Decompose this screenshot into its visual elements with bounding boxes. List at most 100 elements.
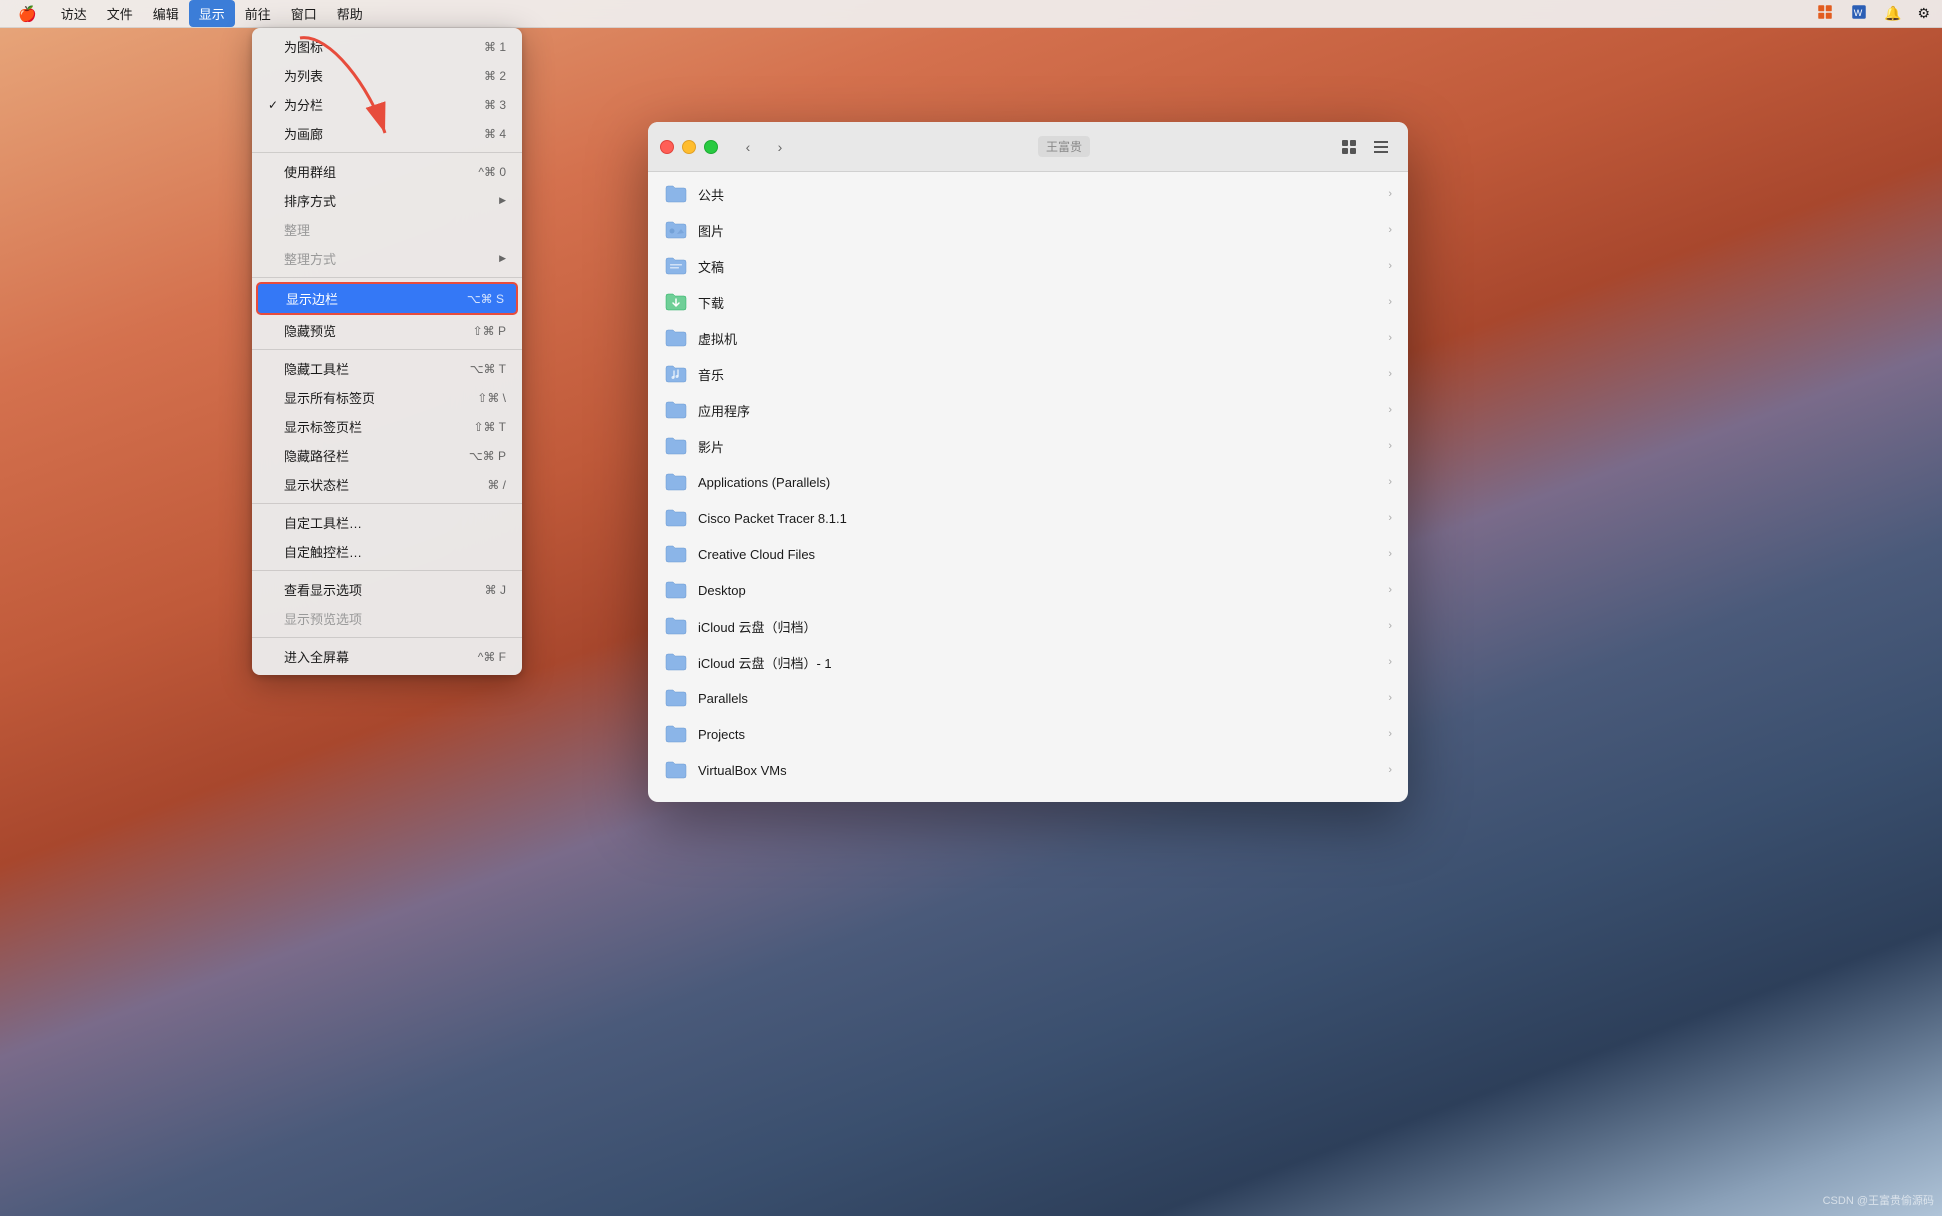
menubar-finder[interactable]: 访达 [51,0,97,27]
menu-as-gallery-label: 为画廊 [284,124,484,143]
file-name-icloud1: iCloud 云盘（归档） [698,617,1384,636]
menubar: 🍎 访达 文件 编辑 显示 前往 窗口 帮助 W 🔔 ⚙ [0,0,1942,28]
menu-as-columns[interactable]: ✓ 为分栏 ⌘ 3 [252,90,522,119]
menubar-window[interactable]: 窗口 [281,0,327,27]
separator-5 [252,570,522,571]
shortcut-hide-path-bar: ⌥⌘ P [469,449,506,463]
menu-show-tab-bar-label: 显示标签页栏 [284,417,473,436]
menu-as-gallery[interactable]: 为画廊 ⌘ 4 [252,119,522,148]
folder-icon-vbox [664,760,688,780]
list-item[interactable]: Projects › [648,716,1408,752]
bell-icon[interactable]: 🔔 [1880,3,1905,24]
list-item[interactable]: 下载 › [648,284,1408,320]
chevron-downloads: › [1388,296,1392,308]
menu-clean-up-by: 整理方式 [252,244,522,273]
system-icon[interactable]: ⚙ [1913,3,1934,24]
menu-preview-options-label: 显示预览选项 [284,609,506,628]
svg-text:W: W [1854,8,1863,18]
finder-nav: ‹ › [734,135,794,159]
file-name-cc: Creative Cloud Files [698,547,1384,562]
chevron-apps: › [1388,404,1392,416]
menubar-help[interactable]: 帮助 [327,0,373,27]
list-item[interactable]: Cisco Packet Tracer 8.1.1 › [648,500,1408,536]
menu-customize-touchbar[interactable]: 自定触控栏… [252,537,522,566]
menu-as-columns-label: 为分栏 [284,95,484,114]
list-item[interactable]: iCloud 云盘（归档） › [648,608,1408,644]
list-item[interactable]: 文稿 › [648,248,1408,284]
menu-as-list[interactable]: 为列表 ⌘ 2 [252,61,522,90]
separator-3 [252,349,522,350]
menubar-edit[interactable]: 编辑 [143,0,189,27]
menu-enter-fullscreen[interactable]: 进入全屏幕 ^⌘ F [252,642,522,671]
menu-show-sidebar-label: 显示边栏 [286,289,467,308]
list-item[interactable]: Parallels › [648,680,1408,716]
current-location: 王富贵 [1038,136,1090,157]
list-item[interactable]: 图片 › [648,212,1408,248]
menu-as-icons[interactable]: 为图标 ⌘ 1 [252,32,522,61]
separator-2 [252,277,522,278]
menu-use-groups[interactable]: 使用群组 ^⌘ 0 [252,157,522,186]
list-item[interactable]: Applications (Parallels) › [648,464,1408,500]
folder-icon-cc [664,544,688,564]
shortcut-as-icons: ⌘ 1 [484,40,506,54]
folder-icon-icloud2 [664,652,688,672]
menu-clean-up-by-label: 整理方式 [284,249,495,268]
chevron-pictures: › [1388,224,1392,236]
menu-view-options[interactable]: 查看显示选项 ⌘ J [252,575,522,604]
window-maximize-button[interactable] [704,140,718,154]
menu-sort-by[interactable]: 排序方式 [252,186,522,215]
shortcut-show-all-tabs: ⇧⌘ \ [477,391,506,405]
menu-hide-path-bar[interactable]: 隐藏路径栏 ⌥⌘ P [252,441,522,470]
chevron-projects: › [1388,728,1392,740]
list-item[interactable]: iCloud 云盘（归档）- 1 › [648,644,1408,680]
apple-menu[interactable]: 🍎 [8,0,47,27]
menubar-go[interactable]: 前往 [235,0,281,27]
view-list-btn[interactable] [1366,135,1396,159]
chevron-docs: › [1388,260,1392,272]
file-name-desktop: Desktop [698,583,1384,598]
file-name-cisco: Cisco Packet Tracer 8.1.1 [698,511,1384,526]
view-icon-btn[interactable] [1334,135,1364,159]
file-name-music: 音乐 [698,365,1384,384]
file-name-vbox: VirtualBox VMs [698,763,1384,778]
cc-icon[interactable] [1812,1,1838,26]
menubar-view[interactable]: 显示 [189,0,235,27]
chevron-cc: › [1388,548,1392,560]
chevron-icloud2: › [1388,656,1392,668]
shortcut-show-status-bar: ⌘ / [487,478,506,492]
window-close-button[interactable] [660,140,674,154]
menu-customize-toolbar[interactable]: 自定工具栏… [252,508,522,537]
chevron-public: › [1388,188,1392,200]
shortcut-as-list: ⌘ 2 [484,69,506,83]
list-item[interactable]: 影片 › [648,428,1408,464]
list-item[interactable]: VirtualBox VMs › [648,752,1408,788]
menu-show-all-tabs[interactable]: 显示所有标签页 ⇧⌘ \ [252,383,522,412]
folder-icon-parallels2 [664,688,688,708]
chevron-icloud1: › [1388,620,1392,632]
menu-hide-preview[interactable]: 隐藏预览 ⇧⌘ P [252,316,522,345]
list-item[interactable]: 应用程序 › [648,392,1408,428]
menu-show-status-bar[interactable]: 显示状态栏 ⌘ / [252,470,522,499]
window-minimize-button[interactable] [682,140,696,154]
finder-file-list[interactable]: 公共 › 图片 › [648,172,1408,802]
menubar-file[interactable]: 文件 [97,0,143,27]
shortcut-show-tab-bar: ⇧⌘ T [473,420,506,434]
finder-content: 公共 › 图片 › [648,172,1408,802]
folder-icon-docs [664,256,688,276]
folder-icon-downloads [664,292,688,312]
word-icon[interactable]: W [1846,1,1872,26]
shortcut-hide-toolbar: ⌥⌘ T [470,362,506,376]
list-item[interactable]: 公共 › [648,176,1408,212]
shortcut-hide-preview: ⇧⌘ P [473,324,506,338]
menu-show-tab-bar[interactable]: 显示标签页栏 ⇧⌘ T [252,412,522,441]
menu-hide-toolbar[interactable]: 隐藏工具栏 ⌥⌘ T [252,354,522,383]
list-item[interactable]: Creative Cloud Files › [648,536,1408,572]
watermark: CSDN @王富贵偷源码 [1823,1192,1934,1208]
nav-back-button[interactable]: ‹ [734,135,762,159]
list-item[interactable]: Desktop › [648,572,1408,608]
list-item[interactable]: 音乐 › [648,356,1408,392]
shortcut-as-gallery: ⌘ 4 [484,127,506,141]
menu-show-sidebar[interactable]: 显示边栏 ⌥⌘ S [256,282,518,315]
nav-forward-button[interactable]: › [766,135,794,159]
list-item[interactable]: 虚拟机 › [648,320,1408,356]
